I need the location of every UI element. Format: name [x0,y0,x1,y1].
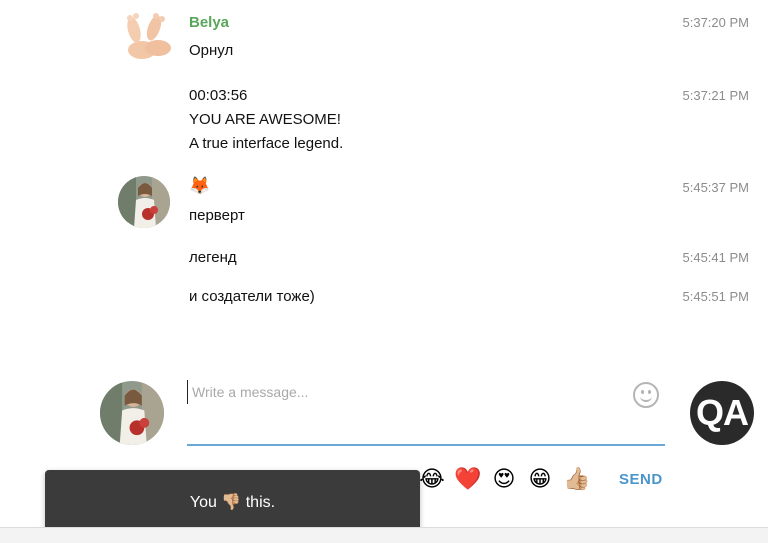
message-time: 5:45:37 PM [682,180,750,195]
woman-photo-avatar[interactable] [118,176,170,228]
joy-emoji[interactable]: 😂 [418,466,446,494]
message-input[interactable] [187,380,622,404]
grin-emoji[interactable]: 😁 [526,466,554,494]
message-composer [187,376,665,446]
qa-logo[interactable]: QA [690,381,754,445]
message-text: Орнул [189,42,234,59]
message-author[interactable]: Belya [189,14,229,31]
feet-avatar[interactable] [120,10,174,64]
message-text: 00:03:56 [189,87,248,104]
message-text: A true interface legend. [189,135,344,152]
thumbs-up-emoji[interactable]: 👍🏼 [563,466,591,494]
toast-message: You 👎🏼 this. [45,492,420,512]
message-time: 5:45:51 PM [682,289,750,304]
message-time: 5:45:41 PM [682,250,750,265]
message-text: перверт [189,207,245,224]
message-text: и создатели тоже) [189,288,315,305]
smile-icon[interactable] [633,382,659,408]
thumbs-down-emoji: 👎🏼 [221,494,242,511]
reaction-toast: You 👎🏼 this. [45,470,420,535]
heart-emoji[interactable]: ❤️ [454,466,482,494]
my-avatar[interactable] [100,381,164,445]
message-text: легенд [189,249,237,266]
message-text: YOU ARE AWESOME! [189,111,341,128]
message-time: 5:37:20 PM [682,15,750,30]
send-button[interactable]: SEND [619,471,663,488]
fox-emoji: 🦊 [189,176,211,195]
toast-suffix: this. [245,494,276,511]
heart-eyes-emoji[interactable]: 😍 [490,466,518,494]
bottom-scrollbar[interactable] [0,527,768,543]
chat-window: Belya Орнул 5:37:20 PM 00:03:56 5:37:21 … [0,0,768,543]
message-time: 5:37:21 PM [682,88,750,103]
toast-prefix: You [189,494,217,511]
